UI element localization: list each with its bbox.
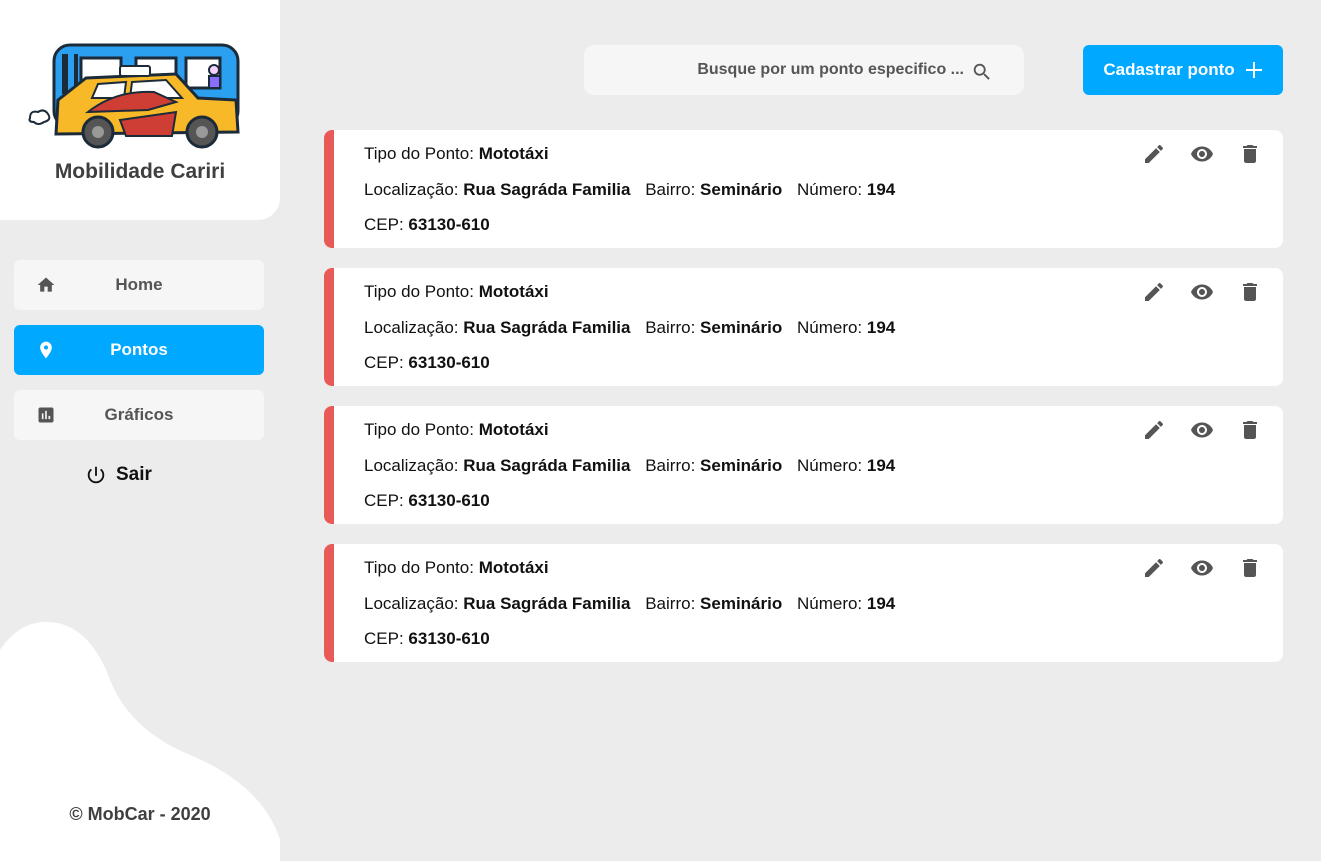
numero-value: 194 <box>866 318 896 337</box>
points-list: Tipo do Ponto: Mototáxi Localização: Rua… <box>324 130 1283 682</box>
edit-icon[interactable] <box>1142 142 1166 166</box>
card-actions <box>1142 418 1262 442</box>
localizacao-value: Rua Sagráda Familia <box>463 456 631 475</box>
edit-icon[interactable] <box>1142 280 1166 304</box>
bairro-label: Bairro: <box>645 180 696 199</box>
tipo-line: Tipo do Ponto: Mototáxi <box>364 282 549 302</box>
tipo-label: Tipo do Ponto: <box>364 558 474 577</box>
card-actions <box>1142 280 1262 304</box>
cep-line: CEP: 63130-610 <box>364 215 490 235</box>
localizacao-value: Rua Sagráda Familia <box>463 594 631 613</box>
localizacao-value: Rua Sagráda Familia <box>463 180 631 199</box>
cep-value: 63130-610 <box>408 491 490 510</box>
search-icon[interactable] <box>971 61 993 83</box>
cep-value: 63130-610 <box>408 353 490 372</box>
bairro-label: Bairro: <box>645 456 696 475</box>
add-point-label: Cadastrar ponto <box>1103 60 1235 79</box>
numero-label: Número: <box>796 180 863 199</box>
sidebar-item-graficos[interactable]: Gráficos <box>14 390 264 440</box>
point-card: Tipo do Ponto: Mototáxi Localização: Rua… <box>324 406 1283 524</box>
delete-icon[interactable] <box>1238 556 1262 580</box>
bar-chart-icon <box>38 407 54 423</box>
cep-value: 63130-610 <box>408 215 490 234</box>
localizacao-value: Rua Sagráda Familia <box>463 318 631 337</box>
card-accent <box>324 268 334 386</box>
delete-icon[interactable] <box>1238 142 1262 166</box>
plus-icon <box>1245 62 1262 78</box>
tipo-value: Mototáxi <box>478 144 549 163</box>
home-icon <box>37 277 55 292</box>
delete-icon[interactable] <box>1238 280 1262 304</box>
card-actions <box>1142 142 1262 166</box>
numero-label: Número: <box>796 594 863 613</box>
bus-car-logo-icon <box>28 43 240 149</box>
cep-line: CEP: 63130-610 <box>364 353 490 373</box>
search-bar <box>584 45 1024 95</box>
location-line: Localização: Rua Sagráda Familia Bairro:… <box>364 594 895 614</box>
cep-label: CEP: <box>364 215 404 234</box>
card-accent <box>324 544 334 662</box>
location-line: Localização: Rua Sagráda Familia Bairro:… <box>364 180 895 200</box>
bairro-value: Seminário <box>700 318 783 337</box>
card-accent <box>324 406 334 524</box>
delete-icon[interactable] <box>1238 418 1262 442</box>
location-line: Localização: Rua Sagráda Familia Bairro:… <box>364 318 895 338</box>
sidebar-item-home[interactable]: Home <box>14 260 264 310</box>
app-name: Mobilidade Cariri <box>54 160 226 183</box>
localizacao-label: Localização: <box>364 180 459 199</box>
tipo-value: Mototáxi <box>478 558 549 577</box>
cep-label: CEP: <box>364 353 404 372</box>
cep-value: 63130-610 <box>408 629 490 648</box>
tipo-line: Tipo do Ponto: Mototáxi <box>364 420 549 440</box>
numero-label: Número: <box>796 318 863 337</box>
view-icon[interactable] <box>1190 280 1214 304</box>
cep-line: CEP: 63130-610 <box>364 629 490 649</box>
card-accent <box>324 130 334 248</box>
tipo-label: Tipo do Ponto: <box>364 420 474 439</box>
edit-icon[interactable] <box>1142 418 1166 442</box>
map-pin-icon <box>40 341 52 359</box>
numero-value: 194 <box>866 180 896 199</box>
cep-line: CEP: 63130-610 <box>364 491 490 511</box>
point-card: Tipo do Ponto: Mototáxi Localização: Rua… <box>324 130 1283 248</box>
localizacao-label: Localização: <box>364 594 459 613</box>
bairro-value: Seminário <box>700 594 783 613</box>
bairro-label: Bairro: <box>645 594 696 613</box>
logout-button[interactable]: Sair <box>85 464 152 486</box>
sidebar-item-pontos[interactable]: Pontos <box>14 325 264 375</box>
tipo-line: Tipo do Ponto: Mototáxi <box>364 144 549 164</box>
tipo-label: Tipo do Ponto: <box>364 144 474 163</box>
cep-label: CEP: <box>364 629 404 648</box>
localizacao-label: Localização: <box>364 456 459 475</box>
search-input[interactable] <box>604 45 964 95</box>
power-icon <box>87 466 105 484</box>
edit-icon[interactable] <box>1142 556 1166 580</box>
tipo-line: Tipo do Ponto: Mototáxi <box>364 558 549 578</box>
bairro-label: Bairro: <box>645 318 696 337</box>
view-icon[interactable] <box>1190 418 1214 442</box>
card-actions <box>1142 556 1262 580</box>
location-line: Localização: Rua Sagráda Familia Bairro:… <box>364 456 895 476</box>
point-card: Tipo do Ponto: Mototáxi Localização: Rua… <box>324 268 1283 386</box>
tipo-value: Mototáxi <box>478 282 549 301</box>
point-card: Tipo do Ponto: Mototáxi Localização: Rua… <box>324 544 1283 662</box>
sidebar: Mobilidade Cariri Home Pontos Gráficos S… <box>0 0 280 861</box>
numero-label: Número: <box>796 456 863 475</box>
numero-value: 194 <box>866 456 896 475</box>
footer-copyright: © MobCar - 2020 <box>69 804 211 824</box>
tipo-value: Mototáxi <box>478 420 549 439</box>
logout-label: Sair <box>116 464 152 485</box>
bairro-value: Seminário <box>700 456 783 475</box>
bairro-value: Seminário <box>700 180 783 199</box>
logo-card: Mobilidade Cariri <box>0 0 280 220</box>
cep-label: CEP: <box>364 491 404 510</box>
localizacao-label: Localização: <box>364 318 459 337</box>
tipo-label: Tipo do Ponto: <box>364 282 474 301</box>
add-point-button[interactable]: Cadastrar ponto <box>1083 45 1283 95</box>
view-icon[interactable] <box>1190 142 1214 166</box>
view-icon[interactable] <box>1190 556 1214 580</box>
numero-value: 194 <box>866 594 896 613</box>
